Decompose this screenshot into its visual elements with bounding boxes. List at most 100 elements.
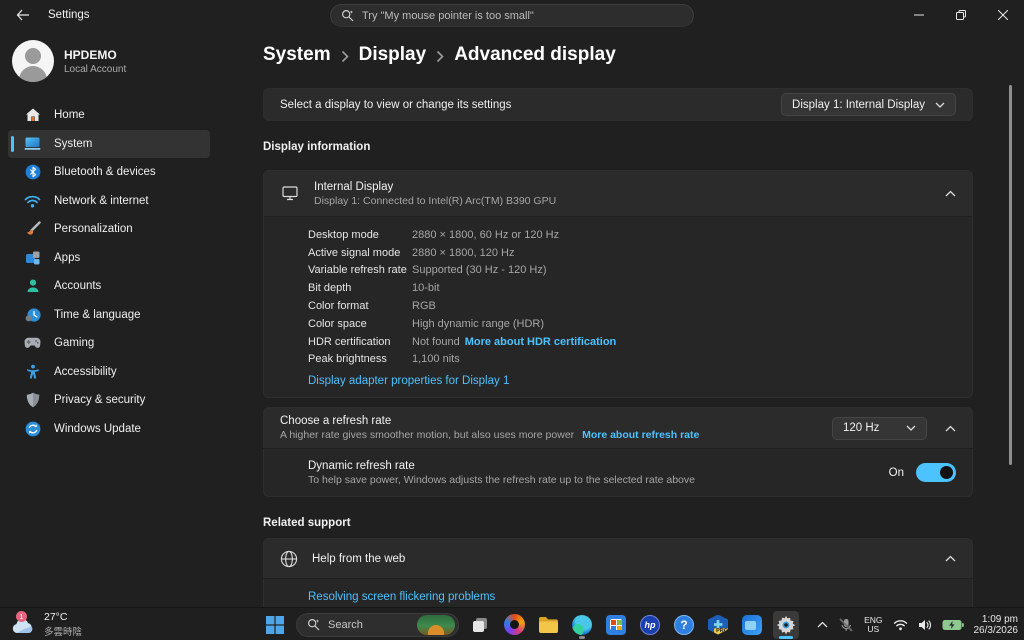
refresh-rate-dropdown[interactable]: 120 Hz [832,417,927,440]
breadcrumb-system[interactable]: System [263,44,331,66]
related-support-heading: Related support [263,517,973,529]
chevron-down-icon [906,425,916,431]
hp-support-button[interactable]: hp [637,611,663,639]
sidebar-item-windows-update[interactable]: Windows Update [8,415,210,444]
microsoft-365-button[interactable] [501,611,527,639]
weather-cloud-icon: 1 [10,613,36,637]
wifi-status-icon[interactable] [893,619,908,631]
taskbar-clock[interactable]: 1:09 pm 26/3/2026 [974,614,1019,636]
battery-charging-icon[interactable] [942,619,964,631]
info-row-desktop-mode: Desktop mode 2880 × 1800, 60 Hz or 120 H… [308,226,956,244]
sidebar-item-gaming[interactable]: Gaming [8,329,210,358]
chevron-right-icon [341,50,349,63]
breadcrumb-display[interactable]: Display [359,44,427,66]
display-adapter-properties-link[interactable]: Display adapter properties for Display 1 [308,375,509,387]
minimize-button[interactable] [898,0,940,30]
breadcrumb-advanced-display: Advanced display [454,44,616,66]
bluetooth-icon [24,164,41,181]
user-account-block[interactable]: HPDEMO Local Account [12,40,250,82]
outlook-button[interactable] [739,611,765,639]
chevron-down-icon [935,102,945,108]
chevron-right-icon [436,50,444,63]
vertical-scrollbar[interactable] [1009,85,1012,465]
settings-window: Settings Try "My mouse pointer is too sm… [0,0,1024,640]
system-tray: ENG US 1:09 pm 26/3/2026 [817,608,1018,640]
search-icon [341,9,354,22]
sidebar-item-personalization[interactable]: Personalization [8,215,210,244]
shield-icon [24,392,41,409]
question-mark-icon: ? [674,615,694,635]
chevron-up-icon[interactable] [945,555,956,562]
taskbar: 1 27°C 多雲時陰 Search [0,607,1024,640]
display-select-dropdown[interactable]: Display 1: Internal Display [781,93,956,116]
help-from-web-body: Resolving screen flickering problems [263,579,973,607]
monitor-icon [280,185,300,202]
chevron-up-icon[interactable] [945,190,956,197]
info-row-color-space: Color space High dynamic range (HDR) [308,315,956,333]
sidebar-nav: Home System Bluetooth & devices Network … [0,101,250,443]
refresh-rate-title: Choose a refresh rate [280,415,699,427]
internal-display-subtitle: Display 1: Connected to Intel(R) Arc(TM)… [314,195,556,207]
dynamic-refresh-rate-toggle[interactable] [916,463,956,482]
screen-flickering-link[interactable]: Resolving screen flickering problems [308,591,495,603]
info-row-hdr-certification: HDR certification Not found More about H… [308,333,956,351]
chevron-up-icon[interactable] [945,425,956,432]
minimize-icon [914,10,924,20]
system-icon [24,135,41,152]
dynamic-refresh-rate-title: Dynamic refresh rate [308,460,695,472]
back-button[interactable] [8,0,38,30]
get-help-button[interactable]: ? [671,611,697,639]
display-information-body: Desktop mode 2880 × 1800, 60 Hz or 120 H… [264,216,972,397]
microphone-muted-icon[interactable] [838,618,854,632]
sidebar-item-network-internet[interactable]: Network & internet [8,187,210,216]
info-row-color-format: Color format RGB [308,297,956,315]
info-row-bit-depth: Bit depth 10-bit [308,279,956,297]
info-row-active-signal-mode: Active signal mode 2880 × 1800, 120 Hz [308,244,956,262]
date-text: 26/3/2026 [974,625,1019,636]
pro-app-button[interactable]: PRO [705,611,731,639]
search-icon [307,618,320,631]
apps-icon [24,249,41,266]
volume-icon[interactable] [918,619,932,631]
sidebar-item-home[interactable]: Home [8,101,210,130]
time-text: 1:09 pm [974,614,1019,625]
hp-logo-icon: hp [640,615,660,635]
sidebar-item-time-language[interactable]: Time & language [8,301,210,330]
restore-icon [956,10,966,20]
internal-display-expander[interactable]: Internal Display Display 1: Connected to… [264,171,972,216]
start-button[interactable] [262,611,288,639]
taskbar-search-box[interactable]: Search [296,613,459,637]
notification-badge: 1 [16,611,27,622]
user-name: HPDEMO [64,48,126,62]
hidden-icons-chevron[interactable] [817,621,828,628]
accessibility-icon [24,363,41,380]
dynamic-refresh-rate-row: Dynamic refresh rate To help save power,… [263,449,973,497]
settings-app-button[interactable] [773,611,799,639]
person-icon [24,278,41,295]
back-arrow-icon [16,9,30,21]
update-icon [24,420,41,437]
info-row-variable-refresh-rate: Variable refresh rate Supported (30 Hz -… [308,262,956,280]
sidebar-item-accounts[interactable]: Accounts [8,272,210,301]
microsoft-store-button[interactable] [603,611,629,639]
task-view-button[interactable] [467,611,493,639]
language-indicator[interactable]: ENG US [864,616,882,634]
sidebar-item-system[interactable]: System [8,130,210,159]
microsoft-edge-button[interactable] [569,611,595,639]
settings-search-box[interactable]: Try "My mouse pointer is too small" [330,4,694,27]
close-icon [998,10,1008,20]
file-explorer-button[interactable] [535,611,561,639]
hdr-certification-link[interactable]: More about HDR certification [465,336,617,348]
close-button[interactable] [982,0,1024,30]
more-about-refresh-rate-link[interactable]: More about refresh rate [582,429,699,441]
globe-icon [280,550,298,568]
weather-temperature: 27°C [44,611,82,623]
sidebar-item-bluetooth-devices[interactable]: Bluetooth & devices [8,158,210,187]
help-from-web-card[interactable]: Help from the web [263,538,973,578]
restore-button[interactable] [940,0,982,30]
weather-widget[interactable]: 1 27°C 多雲時陰 [10,611,82,638]
sidebar-item-apps[interactable]: Apps [8,244,210,273]
clock-language-icon [24,306,41,323]
sidebar-item-accessibility[interactable]: Accessibility [8,358,210,387]
sidebar-item-privacy-security[interactable]: Privacy & security [8,386,210,415]
